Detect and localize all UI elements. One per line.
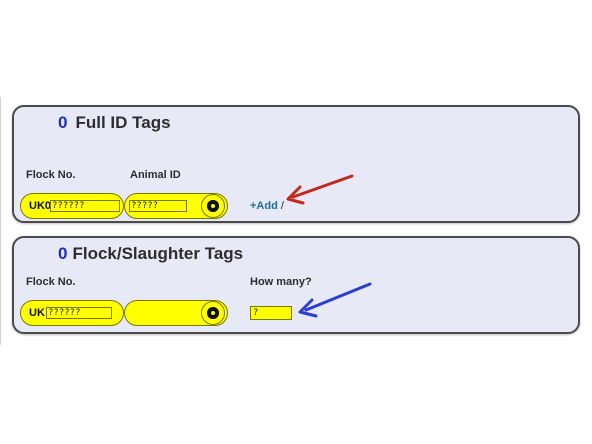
annotation-arrows — [286, 174, 372, 318]
red-arrow-icon — [286, 174, 354, 205]
blue-arrow-icon — [298, 282, 372, 318]
